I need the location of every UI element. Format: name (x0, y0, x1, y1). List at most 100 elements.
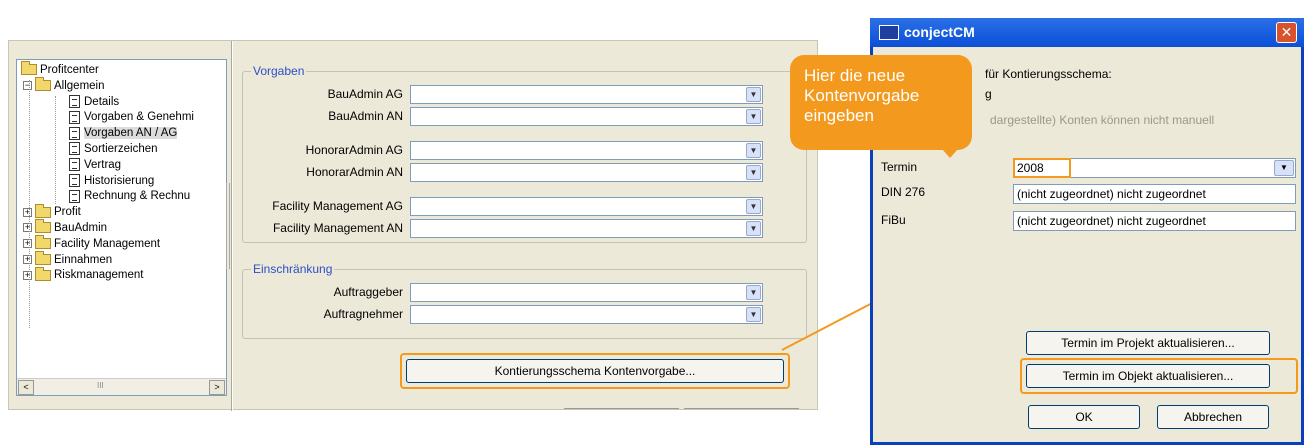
document-icon (69, 142, 80, 156)
intro-text-line1: für Kontierungsschema: (985, 67, 1112, 81)
intro-text-line2: g (985, 87, 992, 101)
tree-item[interactable]: − Allgemein (23, 77, 105, 95)
folder-icon (35, 219, 51, 234)
properties-panel: Profitcenter − Allgemein Details Vorgaben & … (8, 40, 818, 411)
tree-item[interactable]: + Riskmanagement (23, 266, 144, 284)
app-icon (879, 25, 899, 40)
field-label: Auftragnehmer (323, 307, 403, 321)
folder-icon (35, 251, 51, 266)
chevron-down-icon[interactable]: ▼ (746, 307, 761, 322)
fibu-label: FiBu (881, 213, 906, 227)
tree-item-label: Facility Management (54, 237, 161, 250)
field-label: Facility Management AG (272, 199, 403, 213)
fibu-field[interactable]: (nicht zugeordnet) nicht zugeordnet (1013, 211, 1296, 231)
tree-item[interactable]: Vertrag (69, 158, 121, 174)
dropdown-field[interactable]: ▼ (410, 141, 763, 160)
dropdown-field[interactable]: ▼ (410, 219, 763, 238)
dropdown-field[interactable]: ▼ (410, 197, 763, 216)
collapse-icon[interactable]: − (23, 81, 32, 91)
tree-item-label: Vorgaben AN / AG (84, 127, 178, 140)
termin-highlight (1013, 158, 1071, 178)
tree-item[interactable]: Sortierzeichen (69, 142, 158, 158)
field-label: Facility Management AN (272, 221, 403, 235)
tree-item[interactable]: Vorgaben & Genehmi (69, 110, 194, 126)
chevron-down-icon[interactable]: ▼ (746, 165, 761, 180)
partial-button-edge (564, 408, 679, 411)
tree-item-label: Rechnung & Rechnu (84, 190, 191, 203)
field-label: HonorarAdmin AN (306, 165, 403, 179)
ok-button[interactable]: OK (1028, 405, 1140, 429)
tree-item[interactable]: Vorgaben AN / AG (69, 126, 178, 142)
tree-item[interactable]: Historisierung (69, 174, 154, 190)
scroll-right-button[interactable]: > (209, 380, 225, 395)
dropdown-field[interactable]: ▼ (410, 85, 763, 104)
termin-objekt-button[interactable]: Termin im Objekt aktualisieren... (1026, 364, 1270, 388)
einschraenkung-group: Einschränkung Auftraggeber ▼ Auftragnehmer… (242, 262, 807, 339)
tree-item[interactable]: + Profit (23, 203, 81, 221)
tree-item-label: Allgemein (54, 79, 105, 92)
tree-item-label: Vorgaben & Genehmi (84, 111, 194, 124)
tree-item-label: Sortierzeichen (84, 143, 158, 155)
scroll-left-button[interactable]: < (18, 380, 34, 395)
navigation-tree[interactable]: Profitcenter − Allgemein Details Vorgaben & … (16, 59, 227, 396)
dialog-title-bar[interactable]: conjectCM (870, 18, 1304, 47)
expand-icon[interactable]: + (23, 255, 32, 265)
expand-icon[interactable]: + (23, 207, 32, 217)
chevron-down-icon[interactable]: ▼ (746, 109, 761, 124)
chevron-down-icon[interactable]: ▼ (746, 221, 761, 236)
tree-item-label: Historisierung (84, 174, 155, 187)
termin-projekt-button[interactable]: Termin im Projekt aktualisieren... (1026, 331, 1270, 355)
termin-label: Termin (881, 160, 918, 174)
chevron-down-icon[interactable]: ▼ (746, 285, 761, 300)
tree-item[interactable]: Details (69, 95, 119, 111)
chevron-down-icon[interactable]: ▼ (1274, 160, 1294, 176)
callout-bubble: Hier die neue Kontenvorgabe eingeben (790, 55, 972, 150)
expand-icon[interactable]: + (23, 270, 32, 280)
callout-pointer (934, 140, 966, 158)
tree-horizontal-scrollbar[interactable]: < III > (17, 378, 226, 395)
dropdown-field[interactable]: ▼ (410, 305, 763, 324)
tree-item-label: Profit (54, 206, 81, 219)
document-icon (69, 95, 80, 109)
tree-item-label: Profitcenter (40, 64, 99, 76)
partial-button-edge (684, 408, 799, 411)
field-label: BauAdmin AG (327, 87, 403, 101)
dropdown-field[interactable]: ▼ (410, 283, 763, 302)
expand-icon[interactable]: + (23, 239, 32, 249)
din-label: DIN 276 (881, 185, 926, 199)
close-icon[interactable]: ✕ (1276, 22, 1297, 43)
cancel-button[interactable]: Abbrechen (1157, 405, 1269, 429)
vertical-divider (231, 41, 233, 411)
tree-item-label: BauAdmin (54, 222, 108, 234)
callout-text: Hier die neue Kontenvorgabe eingeben (804, 66, 920, 125)
document-icon (69, 158, 80, 172)
tree-item-label: Riskmanagement (54, 269, 144, 282)
dropdown-field[interactable]: ▼ (410, 107, 763, 126)
document-icon (69, 174, 80, 188)
tree-item[interactable]: Rechnung & Rechnu (69, 189, 190, 205)
field-label: HonorarAdmin AG (305, 143, 403, 157)
chevron-down-icon[interactable]: ▼ (746, 199, 761, 214)
tree-item-label: Details (84, 95, 120, 108)
din-field[interactable]: (nicht zugeordnet) nicht zugeordnet (1013, 184, 1296, 204)
folder-open-icon (21, 61, 37, 76)
field-label: BauAdmin AN (328, 109, 403, 123)
document-icon (69, 126, 80, 140)
tree-item[interactable]: Profitcenter (21, 61, 99, 79)
document-icon (69, 110, 80, 124)
kontenvorgabe-button[interactable]: Kontierungsschema Kontenvorgabe... (406, 359, 784, 383)
folder-icon (35, 203, 51, 218)
chevron-down-icon[interactable]: ▼ (746, 87, 761, 102)
document-icon (69, 189, 80, 203)
intro-text-line3: dargestellte) Konten können nicht manuel… (990, 113, 1215, 127)
folder-icon (35, 235, 51, 250)
scroll-grip[interactable]: III (97, 381, 104, 390)
chevron-down-icon[interactable]: ▼ (746, 143, 761, 158)
tree-item-label: Vertrag (84, 158, 122, 171)
einschraenkung-legend: Einschränkung (251, 262, 335, 276)
folder-icon (35, 266, 51, 281)
vorgaben-group: Vorgaben BauAdmin AG ▼ BauAdmin AN ▼ Honorar… (242, 64, 807, 243)
dropdown-field[interactable]: ▼ (410, 163, 763, 182)
expand-icon[interactable]: + (23, 223, 32, 233)
folder-open-icon (35, 77, 51, 92)
